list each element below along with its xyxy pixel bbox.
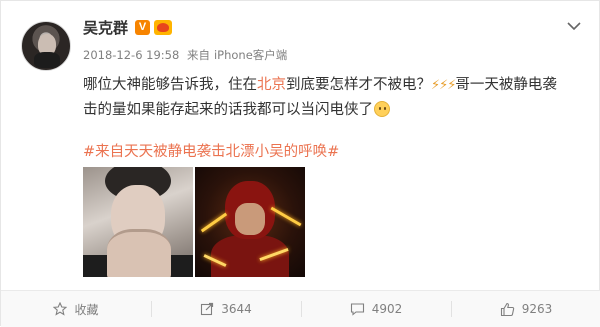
thumbs-up-icon xyxy=(500,302,514,316)
chevron-down-icon xyxy=(567,22,581,31)
content-text-1: 哪位大神能够告诉我，住在 xyxy=(83,77,257,93)
post-device: iPhone客户端 xyxy=(213,48,288,62)
source-prefix: 来自 xyxy=(186,48,210,62)
weibo-post-card: 吴克群 V 2018-12-6 19:58 来自 iPhone客户端 哪位大神能够… xyxy=(0,0,600,327)
post-meta: 2018-12-6 19:58 来自 iPhone客户端 xyxy=(83,47,287,63)
sad-face-emoji-icon xyxy=(374,101,390,117)
star-icon xyxy=(53,302,68,316)
author-row: 吴克群 V xyxy=(83,16,173,38)
post-image-1[interactable] xyxy=(83,167,193,277)
repost-icon xyxy=(201,302,214,316)
favorite-button[interactable]: 收藏 xyxy=(1,291,151,327)
post-menu-button[interactable] xyxy=(567,19,581,33)
avatar[interactable] xyxy=(21,21,71,71)
zap-emoji-icon: ⚡⚡⚡ xyxy=(431,78,456,93)
comment-button[interactable]: 4902 xyxy=(301,291,451,327)
repost-count: 3644 xyxy=(221,302,252,316)
content-text-2: 到底要怎样才不被电？ xyxy=(286,77,431,93)
like-button[interactable]: 9263 xyxy=(451,291,600,327)
post-time[interactable]: 2018-12-6 19:58 xyxy=(83,48,179,62)
verified-badge-icon[interactable]: V xyxy=(135,19,151,35)
location-link[interactable]: 北京 xyxy=(257,77,286,93)
topic-link[interactable]: #来自天天被静电袭击北漂小吴的呼唤# xyxy=(83,140,339,161)
comment-icon xyxy=(350,303,364,316)
like-count: 9263 xyxy=(521,302,553,316)
author-name[interactable]: 吴克群 xyxy=(83,17,128,38)
repost-button[interactable]: 3644 xyxy=(151,291,301,327)
post-image-2[interactable] xyxy=(195,167,305,277)
post-content: 哪位大神能够告诉我，住在北京到底要怎样才不被电？⚡⚡⚡哥一天被静电袭击的量如果能… xyxy=(83,73,567,122)
comment-count: 4902 xyxy=(371,302,403,316)
favorite-label: 收藏 xyxy=(74,302,99,317)
action-bar: 收藏 3644 4902 9263 xyxy=(1,290,600,327)
vip-crown-icon[interactable] xyxy=(154,19,173,35)
avatar-hand xyxy=(34,52,60,68)
